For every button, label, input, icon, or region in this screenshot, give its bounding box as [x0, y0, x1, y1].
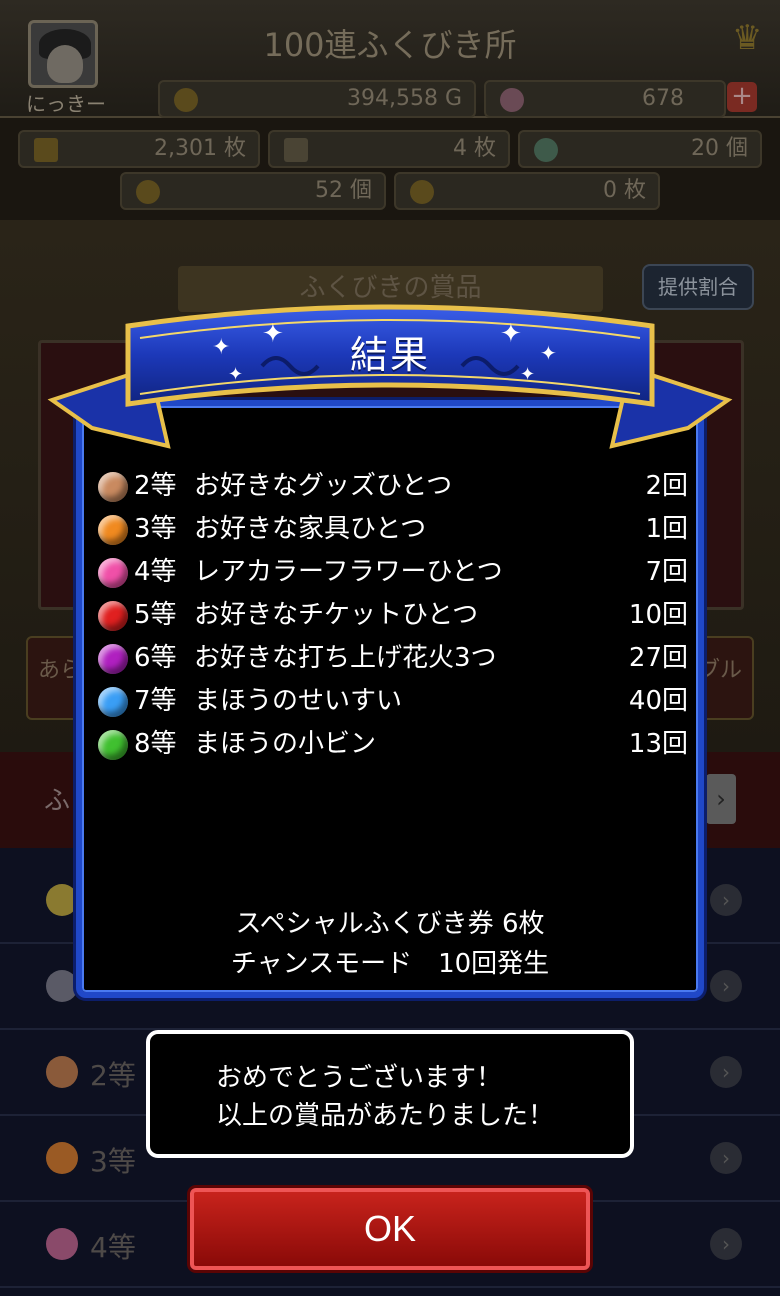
crest-icon[interactable]: ♛ — [732, 18, 770, 62]
result-row: 8等 まほうの小ビン 13回 — [98, 724, 688, 764]
orb-icon — [46, 1142, 78, 1174]
gold-value: 394,558 G — [346, 86, 462, 111]
list-item-label: 3等 — [90, 1145, 136, 1178]
rainbow-gem-icon — [534, 138, 558, 162]
result-row: 4等 レアカラーフラワーひとつ 7回 — [98, 552, 688, 592]
result-row: 2等 お好きなグッズひとつ 2回 — [98, 466, 688, 506]
sparkle-icon: ✦ — [262, 319, 284, 349]
chevron-right-icon[interactable]: › — [710, 970, 742, 1002]
orb-icon — [98, 687, 128, 717]
result-rank: 7等 — [134, 686, 177, 716]
result-prize: お好きなグッズひとつ — [194, 471, 453, 501]
orb-icon — [46, 970, 78, 1002]
result-prize: お好きな打ち上げ花火3つ — [194, 643, 497, 673]
resource-rainbow-gem: 20 個 — [518, 130, 762, 168]
result-prize: お好きな家具ひとつ — [194, 514, 427, 544]
result-rank: 2等 — [134, 471, 177, 501]
orb-icon — [46, 1056, 78, 1088]
orb-icon — [98, 601, 128, 631]
result-row: 5等 お好きなチケットひとつ 10回 — [98, 595, 688, 635]
result-rank: 8等 — [134, 729, 177, 759]
special-ticket-summary: スペシャルふくびき券 6枚 — [235, 909, 545, 939]
result-count: 2回 — [645, 471, 688, 501]
resource-ticket: 2,301 枚 — [18, 130, 260, 168]
chevron-right-icon[interactable]: › — [710, 884, 742, 916]
card-icon — [284, 138, 308, 162]
result-count: 27回 — [628, 643, 688, 673]
result-prize: まほうのせいすい — [194, 686, 403, 716]
result-rank: 3等 — [134, 514, 177, 544]
orb-icon — [98, 730, 128, 760]
orb-icon — [46, 884, 78, 916]
chance-mode-summary: チャンスモード 10回発生 — [230, 949, 550, 979]
message-line-1: おめでとうございます！ — [216, 1063, 503, 1093]
chevron-right-icon[interactable]: › — [710, 1056, 742, 1088]
resource-value: 52 個 — [315, 178, 372, 203]
result-prize: まほうの小ビン — [194, 729, 377, 759]
result-prize: レアカラーフラワーひとつ — [194, 557, 503, 587]
result-prize: お好きなチケットひとつ — [194, 600, 479, 630]
gold-counter: 394,558 G — [158, 80, 476, 118]
resource-value: 4 枚 — [453, 136, 496, 161]
medal-icon — [410, 180, 434, 204]
message-line-2: 以上の賞品があたりました！ — [216, 1101, 555, 1131]
gem-counter: 678 — [484, 80, 726, 118]
sparkle-icon: ✦ — [520, 364, 535, 385]
sparkle-icon: ✦ — [212, 335, 230, 360]
result-count: 13回 — [628, 729, 688, 759]
result-count: 7回 — [645, 557, 688, 587]
gem-icon — [500, 88, 524, 112]
orb-icon — [46, 1228, 78, 1260]
result-rank: 6等 — [134, 643, 177, 673]
chevron-right-icon[interactable]: › — [710, 1142, 742, 1174]
sparkle-icon: ✦ — [228, 364, 243, 385]
chevron-right-icon[interactable]: › — [706, 774, 736, 824]
result-rank: 4等 — [134, 557, 177, 587]
draw-bar-label: ふ — [44, 786, 71, 816]
result-row: 7等 まほうのせいすい 40回 — [98, 681, 688, 721]
header-bar: にっきー 100連ふくびき所 ♛ 394,558 G 678 + — [0, 0, 780, 118]
chevron-right-icon[interactable]: › — [710, 1228, 742, 1260]
resource-coin: 52 個 — [120, 172, 386, 210]
resource-medal: 0 枚 — [394, 172, 660, 210]
orb-icon — [98, 558, 128, 588]
result-count: 40回 — [628, 686, 688, 716]
sparkle-icon: ✦ — [500, 319, 522, 349]
player-name: にっきー — [26, 92, 106, 116]
add-gems-button[interactable]: + — [727, 82, 757, 112]
result-rank: 5等 — [134, 600, 177, 630]
orb-icon — [98, 644, 128, 674]
result-row: 6等 お好きな打ち上げ花火3つ 27回 — [98, 638, 688, 678]
gold-coin-icon — [174, 88, 198, 112]
result-row: 3等 お好きな家具ひとつ 1回 — [98, 509, 688, 549]
result-count: 1回 — [645, 514, 688, 544]
list-item-label: 4等 — [90, 1231, 136, 1264]
resource-value: 2,301 枚 — [154, 136, 246, 161]
message-box: おめでとうございます！ 以上の賞品があたりました！ — [146, 1030, 634, 1158]
resource-card: 4 枚 — [268, 130, 510, 168]
resource-value: 20 個 — [691, 136, 748, 161]
result-count: 10回 — [628, 600, 688, 630]
coin-icon — [136, 180, 160, 204]
result-title: 結果 — [349, 333, 430, 377]
page-title: 100連ふくびき所 — [263, 26, 517, 64]
ok-button[interactable]: OK — [190, 1188, 590, 1270]
orb-icon — [98, 472, 128, 502]
sparkle-icon: ✦ — [540, 341, 557, 365]
ticket-icon — [34, 138, 58, 162]
orb-icon — [98, 515, 128, 545]
gem-value: 678 — [642, 86, 684, 111]
resource-value: 0 枚 — [603, 178, 646, 203]
list-item-label: 2等 — [90, 1059, 136, 1092]
